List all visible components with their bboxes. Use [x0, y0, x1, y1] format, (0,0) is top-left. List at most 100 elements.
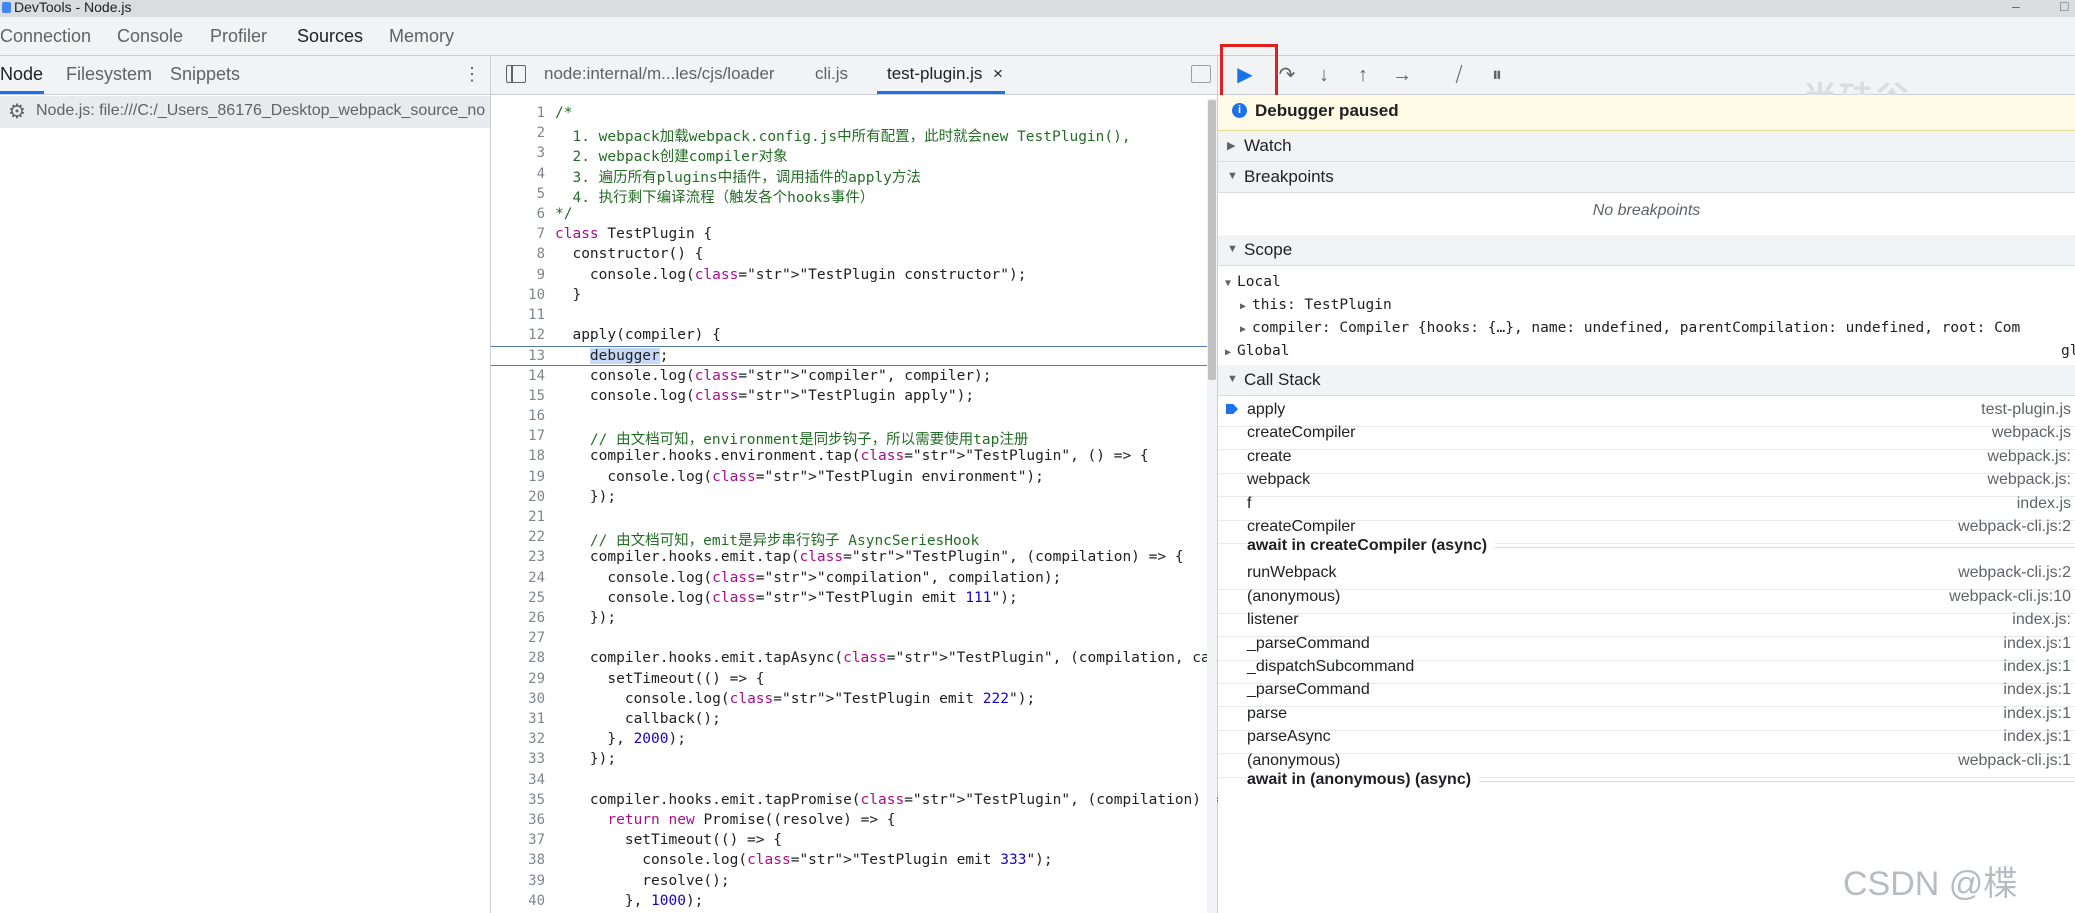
code-line[interactable]: 33 });: [491, 750, 1207, 770]
call-frame-location[interactable]: index.js:1: [2003, 681, 2071, 699]
code-line[interactable]: 10 }: [491, 286, 1207, 306]
call-frame-location[interactable]: index.js:1: [2003, 705, 2071, 723]
line-number[interactable]: 30: [491, 691, 545, 707]
call-frame-location[interactable]: index.js:1: [2003, 635, 2071, 653]
call-frame-location[interactable]: webpack.js:: [1987, 448, 2071, 466]
line-number[interactable]: 19: [491, 469, 545, 485]
code-line[interactable]: 9 console.log(class="str">"TestPlugin co…: [491, 266, 1207, 286]
code-line[interactable]: 4 3. 遍历所有plugins中插件，调用插件的apply方法: [491, 165, 1207, 186]
line-number[interactable]: 1: [491, 105, 545, 121]
code-line[interactable]: 1 /*: [491, 104, 1207, 124]
code-line[interactable]: 17 // 由文档可知，environment是同步钩子，所以需要使用tap注册: [491, 427, 1207, 448]
code-line[interactable]: 26 });: [491, 609, 1207, 629]
call-frame-location[interactable]: index.js:: [2012, 611, 2071, 629]
tab-filesystem[interactable]: Filesystem: [66, 64, 152, 85]
toggle-navigator-icon[interactable]: [506, 65, 526, 83]
line-number[interactable]: 16: [491, 408, 545, 424]
line-number[interactable]: 23: [491, 549, 545, 565]
code-line[interactable]: 23 compiler.hooks.emit.tap(class="str">"…: [491, 548, 1207, 568]
scope-this[interactable]: ▶ this: TestPlugin: [1240, 297, 1392, 313]
line-number[interactable]: 32: [491, 731, 545, 747]
tab-connection[interactable]: Connection: [0, 26, 91, 47]
minimize-icon[interactable]: –: [2012, 0, 2020, 14]
code-line[interactable]: 32 }, 2000);: [491, 730, 1207, 750]
resume-icon[interactable]: ▶: [1232, 62, 1258, 88]
tab-file-cli[interactable]: cli.js: [815, 64, 848, 84]
section-watch[interactable]: ▶ Watch: [1218, 131, 2075, 162]
code-line[interactable]: 22 // 由文档可知，emit是异步串行钩子 AsyncSeriesHook: [491, 528, 1207, 549]
code-line[interactable]: 21: [491, 508, 1207, 528]
step-into-icon[interactable]: ↓: [1311, 62, 1337, 88]
call-frame-location[interactable]: index.js: [2017, 495, 2071, 513]
code-line[interactable]: 18 compiler.hooks.environment.tap(class=…: [491, 447, 1207, 467]
code-line[interactable]: 15 console.log(class="str">"TestPlugin a…: [491, 387, 1207, 407]
line-number[interactable]: 35: [491, 792, 545, 808]
code-line[interactable]: 34: [491, 771, 1207, 791]
line-number[interactable]: 21: [491, 509, 545, 525]
line-number[interactable]: 31: [491, 711, 545, 727]
tree-item-nodejs-target[interactable]: ⚙ Node.js: file:///C:/_Users_86176_Deskt…: [0, 96, 490, 128]
code-line[interactable]: 2 1. webpack加载webpack.config.js中所有配置，此时就…: [491, 124, 1207, 145]
tab-snippets[interactable]: Snippets: [170, 64, 240, 85]
deactivate-breakpoints-icon[interactable]: ⧸: [1446, 62, 1472, 88]
line-number[interactable]: 2: [491, 125, 545, 141]
code-line[interactable]: 3 2. webpack创建compiler对象: [491, 144, 1207, 165]
code-line[interactable]: 5 4. 执行剩下编译流程（触发各个hooks事件）: [491, 185, 1207, 206]
tab-console[interactable]: Console: [117, 26, 183, 47]
call-frame-location[interactable]: webpack-cli.js:10: [1949, 588, 2071, 606]
editor-scrollbar[interactable]: [1207, 98, 1217, 913]
scope-compiler[interactable]: ▶ compiler: Compiler {hooks: {…}, name: …: [1240, 320, 2020, 336]
scope-local[interactable]: ▼ Local: [1225, 274, 1281, 290]
code-area[interactable]: 1 /* 2 1. webpack加载webpack.config.js中所有配置，…: [491, 98, 1271, 913]
section-breakpoints[interactable]: ▼ Breakpoints: [1218, 162, 2075, 193]
line-number[interactable]: 4: [491, 166, 545, 182]
code-line[interactable]: 7 class TestPlugin {: [491, 225, 1207, 245]
scope-global[interactable]: ▶ Global: [1225, 343, 1289, 359]
more-options-icon[interactable]: ⋮: [463, 64, 481, 85]
section-scope[interactable]: ▼ Scope: [1218, 235, 2075, 266]
step-over-icon[interactable]: ↷: [1274, 62, 1300, 88]
pause-on-exceptions-icon[interactable]: ⏸: [1484, 62, 1510, 88]
line-number[interactable]: 3: [491, 145, 545, 161]
section-callstack[interactable]: ▼ Call Stack: [1218, 365, 2075, 396]
code-line[interactable]: 31 callback();: [491, 710, 1207, 730]
line-number[interactable]: 15: [491, 388, 545, 404]
code-line[interactable]: 37 setTimeout(() => {: [491, 831, 1207, 851]
maximize-icon[interactable]: □: [2060, 0, 2068, 14]
code-line[interactable]: 29 setTimeout(() => {: [491, 670, 1207, 690]
code-line[interactable]: 11: [491, 306, 1207, 326]
code-line[interactable]: 30 console.log(class="str">"TestPlugin e…: [491, 690, 1207, 710]
line-number[interactable]: 17: [491, 428, 545, 444]
line-number[interactable]: 26: [491, 610, 545, 626]
code-line[interactable]: 25 console.log(class="str">"TestPlugin e…: [491, 589, 1207, 609]
code-line[interactable]: 16: [491, 407, 1207, 427]
line-number[interactable]: 10: [491, 287, 545, 303]
line-number[interactable]: 27: [491, 630, 545, 646]
line-number[interactable]: 40: [491, 893, 545, 909]
line-number[interactable]: 28: [491, 650, 545, 666]
line-number[interactable]: 12: [491, 327, 545, 343]
tab-profiler[interactable]: Profiler: [210, 26, 267, 47]
line-number[interactable]: 9: [491, 267, 545, 283]
call-frame-location[interactable]: webpack.js:: [1987, 471, 2071, 489]
line-number[interactable]: 6: [491, 206, 545, 222]
code-line[interactable]: 24 console.log(class="str">"compilation"…: [491, 569, 1207, 589]
line-number[interactable]: 36: [491, 812, 545, 828]
line-number[interactable]: 7: [491, 226, 545, 242]
line-number[interactable]: 37: [491, 832, 545, 848]
tab-file-test-plugin[interactable]: test-plugin.js: [887, 64, 982, 84]
code-line[interactable]: 28 compiler.hooks.emit.tapAsync(class="s…: [491, 649, 1271, 669]
line-number[interactable]: 39: [491, 873, 545, 889]
line-number[interactable]: 38: [491, 852, 545, 868]
tab-file-loader[interactable]: node:internal/m...les/cjs/loader: [544, 64, 775, 84]
tab-memory[interactable]: Memory: [389, 26, 454, 47]
code-line[interactable]: 36 return new Promise((resolve) => {: [491, 811, 1207, 831]
line-number[interactable]: 11: [491, 307, 545, 323]
editor-scrollbar-thumb[interactable]: [1208, 100, 1216, 380]
call-frame-location[interactable]: webpack-cli.js:2: [1958, 564, 2071, 582]
tab-sources[interactable]: Sources: [297, 26, 363, 47]
line-number[interactable]: 22: [491, 529, 545, 545]
code-line[interactable]: 19 console.log(class="str">"TestPlugin e…: [491, 468, 1207, 488]
line-number[interactable]: 24: [491, 570, 545, 586]
line-number[interactable]: 20: [491, 489, 545, 505]
